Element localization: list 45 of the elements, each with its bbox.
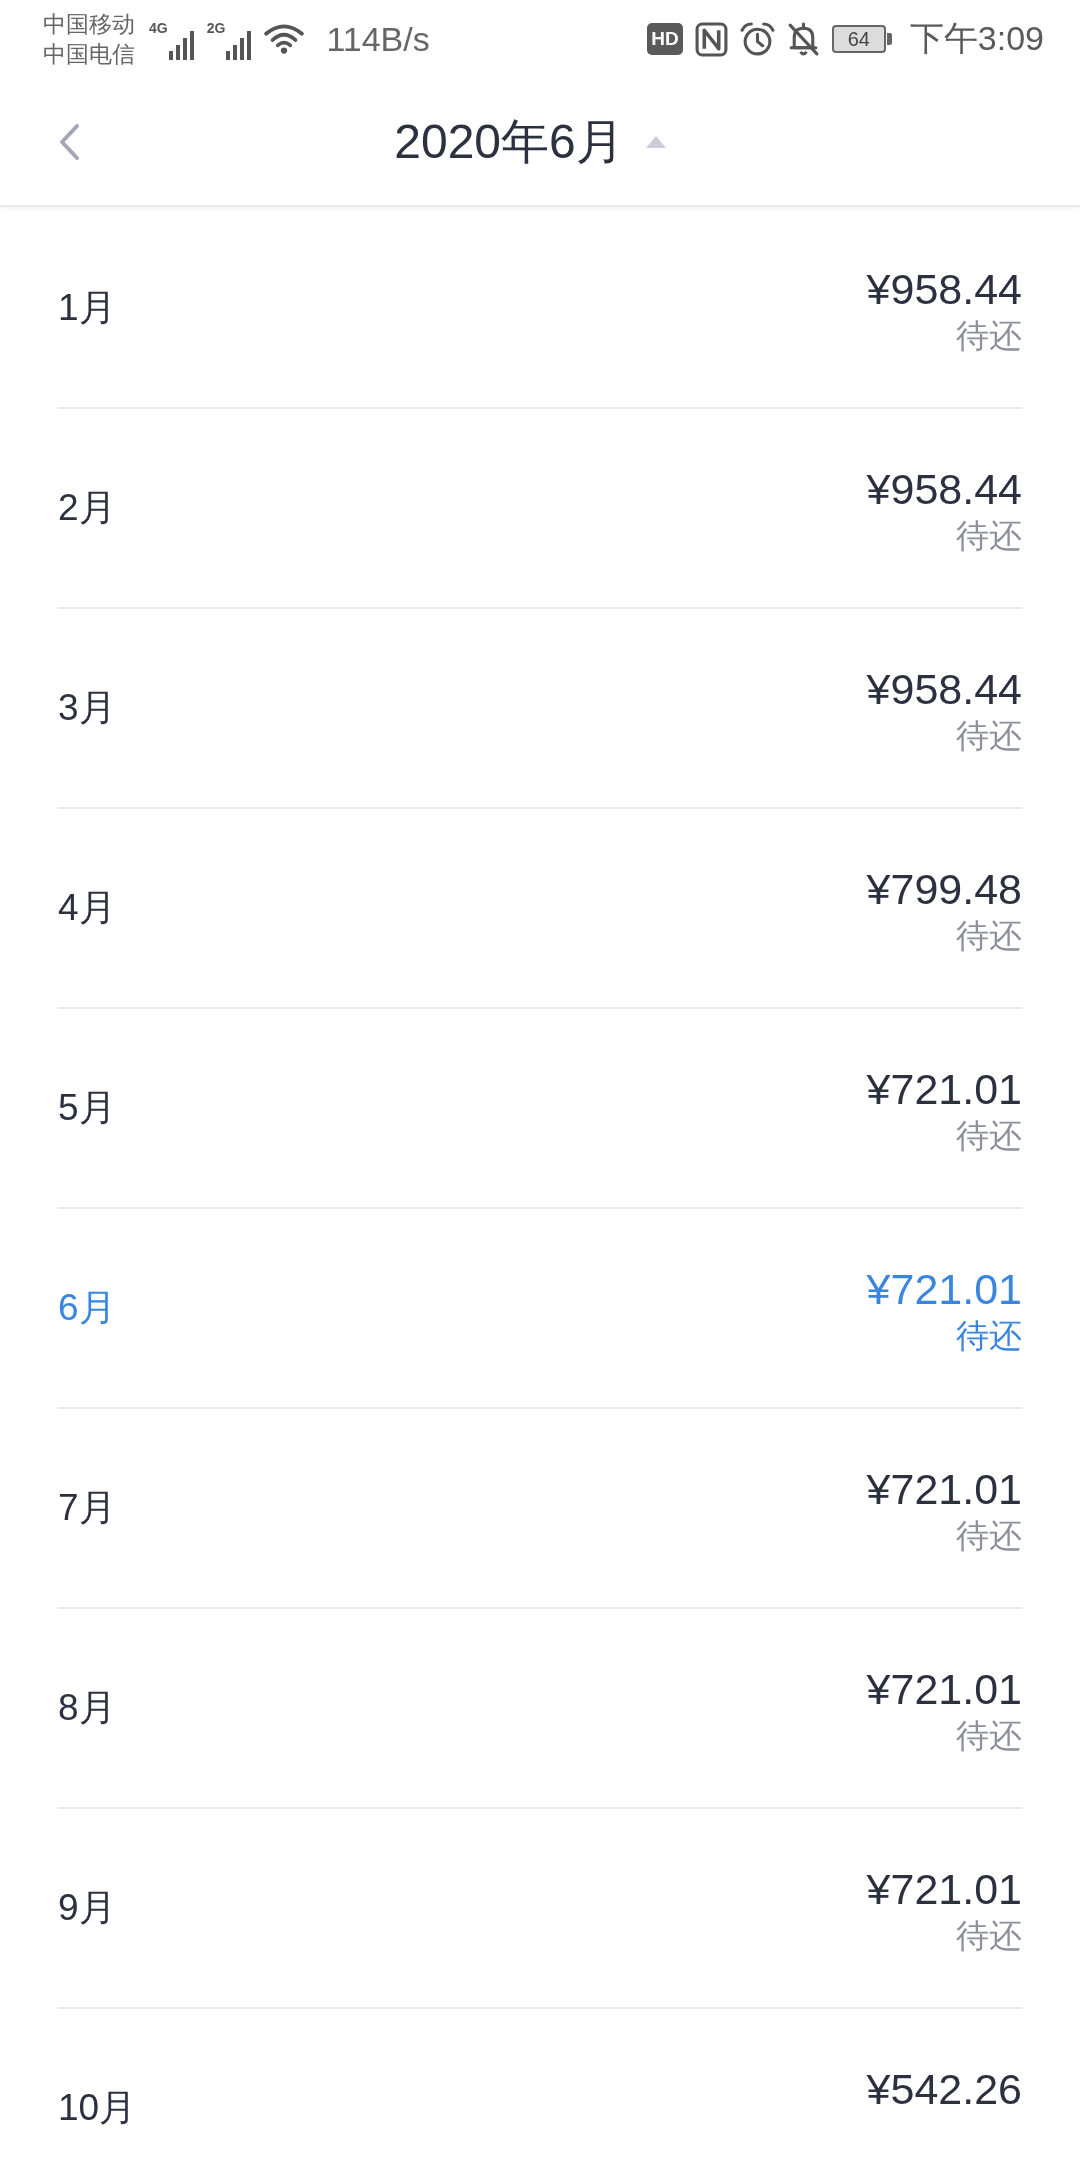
amount-value: ¥721.01 bbox=[866, 1864, 1022, 1914]
bell-off-icon bbox=[786, 21, 820, 57]
month-label[interactable]: 3月 bbox=[58, 683, 116, 733]
month-label[interactable]: 4月 bbox=[58, 883, 116, 933]
repayment-status: 待还 bbox=[956, 1116, 1022, 1156]
amount-value: ¥542.26 bbox=[866, 2064, 1022, 2114]
caret-up-icon bbox=[645, 135, 666, 148]
repayment-status: 待还 bbox=[956, 1716, 1022, 1756]
amount-value: ¥721.01 bbox=[866, 1264, 1022, 1314]
amount-value: ¥958.44 bbox=[866, 264, 1022, 314]
amount-value: ¥799.48 bbox=[866, 864, 1022, 914]
month-picker[interactable]: 2020年6月 bbox=[394, 109, 666, 174]
alarm-clock-icon bbox=[739, 21, 775, 57]
repayment-status: 待还 bbox=[956, 1516, 1022, 1556]
amount-value: ¥958.44 bbox=[866, 464, 1022, 514]
repayment-status: 待还 bbox=[956, 1916, 1022, 1956]
network-type: 2G bbox=[206, 20, 226, 36]
back-icon bbox=[58, 122, 80, 161]
clock-time: 下午3:09 bbox=[909, 18, 1044, 59]
repayment-status: 待还 bbox=[956, 916, 1022, 956]
month-label[interactable]: 1月 bbox=[58, 283, 116, 333]
wifi-icon bbox=[264, 23, 305, 55]
signal-icon bbox=[168, 30, 197, 60]
carrier-name: 中国电信 bbox=[43, 40, 135, 69]
repayment-status: 待还 bbox=[956, 716, 1022, 756]
month-label[interactable]: 5月 bbox=[58, 1083, 116, 1133]
amount-value: ¥721.01 bbox=[866, 1664, 1022, 1714]
amount-value: ¥958.44 bbox=[866, 664, 1022, 714]
month-label[interactable]: 7月 bbox=[58, 1483, 116, 1533]
month-label[interactable]: 10月 bbox=[58, 2083, 137, 2133]
battery-indicator: 64 bbox=[831, 25, 892, 53]
month-label[interactable]: 2月 bbox=[58, 483, 116, 533]
repayment-status: 待还 bbox=[956, 316, 1022, 356]
amount-value: ¥721.01 bbox=[866, 1464, 1022, 1514]
nfc-icon bbox=[694, 21, 728, 57]
hd-indicator: HD bbox=[647, 23, 683, 55]
repayment-status: 待还 bbox=[956, 516, 1022, 556]
repayment-status: 待还 bbox=[956, 1316, 1022, 1356]
month-label[interactable]: 9月 bbox=[58, 1883, 116, 1933]
month-label[interactable]: 6月 bbox=[58, 1283, 116, 1333]
carrier-name: 中国移动 bbox=[43, 10, 135, 39]
amount-value: ¥721.01 bbox=[866, 1064, 1022, 1114]
network-type: 4G bbox=[149, 20, 168, 36]
network-speed: 114B/s bbox=[326, 19, 430, 59]
month-label[interactable]: 8月 bbox=[58, 1683, 116, 1733]
